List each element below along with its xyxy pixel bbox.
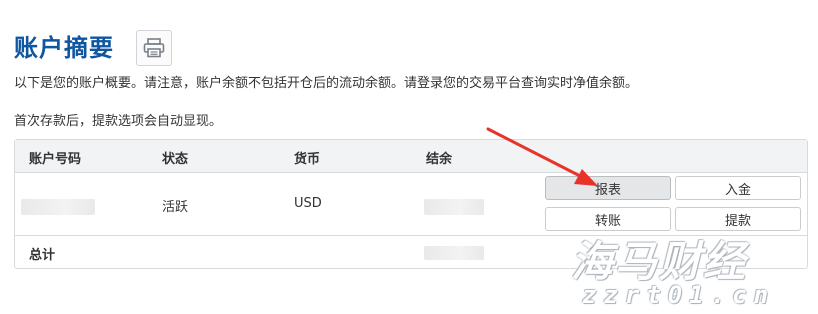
header-currency: 货币 [294, 152, 321, 167]
balance-notice: 以下是您的账户概要。请注意，账户余额不包括开仓后的流动余额。请登录您的交易平台查… [14, 76, 639, 91]
print-button[interactable] [136, 30, 172, 66]
withdraw-notice: 首次存款后，提款选项会自动显现。 [14, 114, 223, 129]
header-account-number: 账户号码 [29, 152, 82, 167]
page-header: 账户摘要 [14, 30, 172, 66]
total-balance-redacted [424, 246, 484, 260]
watermark-title: 海马财经 [571, 237, 748, 286]
row-currency: USD [294, 196, 322, 211]
total-label: 总计 [29, 248, 56, 263]
balance-redacted [424, 199, 484, 215]
printer-icon [143, 38, 165, 58]
page-title: 账户摘要 [14, 34, 114, 62]
deposit-button[interactable]: 入金 [675, 176, 801, 200]
watermark-url: zzrt01.cn [582, 281, 776, 309]
header-status: 状态 [162, 152, 189, 167]
report-button[interactable]: 报表 [545, 176, 671, 200]
header-balance: 结余 [426, 152, 453, 167]
account-number-redacted [21, 199, 95, 215]
table-row: 活跃 USD 报表 入金 转账 提款 [15, 173, 807, 236]
row-status: 活跃 [162, 200, 189, 215]
table-header: 账户号码 状态 货币 结余 [15, 140, 807, 173]
